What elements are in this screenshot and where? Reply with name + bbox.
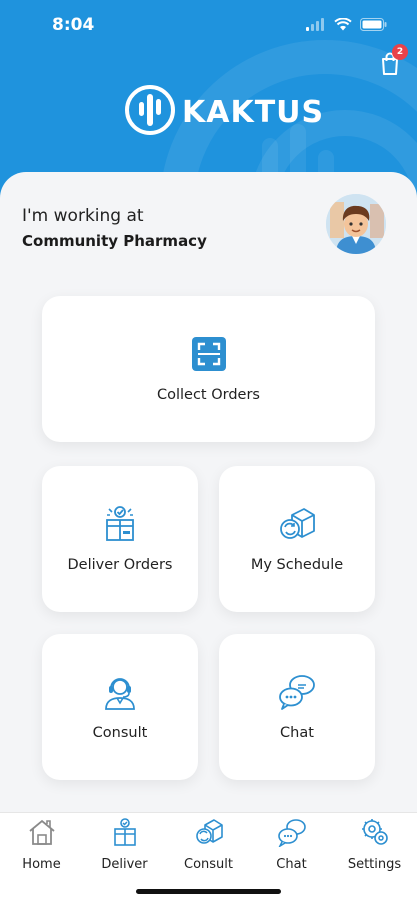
- chat-bubbles-icon: [278, 673, 316, 711]
- kaktus-logo-icon: [124, 84, 176, 140]
- home-indicator: [136, 889, 281, 894]
- consult-card[interactable]: Consult: [42, 634, 198, 780]
- collect-orders-label: Collect Orders: [156, 387, 260, 403]
- tab-settings[interactable]: Settings: [333, 817, 416, 872]
- schedule-box-icon: [278, 505, 316, 543]
- bottom-tab-bar: Home Deliver Consult Chat Settings: [0, 812, 417, 900]
- signal-icon: [306, 16, 326, 35]
- main-content: I'm working at Community Pharmacy Collec…: [0, 172, 417, 812]
- brand-logo: KAKTUS: [124, 84, 324, 140]
- tab-chat[interactable]: Chat: [250, 817, 333, 872]
- tab-home[interactable]: Home: [0, 817, 83, 872]
- deliver-orders-card[interactable]: Deliver Orders: [42, 466, 198, 612]
- tab-home-label: Home: [22, 857, 61, 872]
- chat-bubbles-icon: [277, 817, 307, 851]
- working-at-label: I'm working at: [22, 206, 144, 226]
- home-icon: [27, 817, 57, 851]
- tab-deliver-label: Deliver: [101, 857, 148, 872]
- consult-agent-icon: [101, 673, 139, 711]
- deliver-orders-label: Deliver Orders: [67, 557, 173, 573]
- my-schedule-label: My Schedule: [250, 557, 344, 573]
- status-time: 8:04: [52, 15, 95, 35]
- my-schedule-card[interactable]: My Schedule: [219, 466, 375, 612]
- consult-label: Consult: [92, 725, 148, 741]
- tab-consult-label: Consult: [184, 857, 233, 872]
- tab-settings-label: Settings: [347, 857, 402, 872]
- schedule-box-icon: [194, 817, 224, 851]
- tab-chat-label: Chat: [276, 857, 307, 872]
- wifi-icon: [334, 16, 352, 35]
- cart-badge: 2: [392, 44, 408, 60]
- chat-card[interactable]: Chat: [219, 634, 375, 780]
- chat-label: Chat: [280, 725, 314, 741]
- pharmacy-name: Community Pharmacy: [22, 232, 207, 250]
- brand-name: KAKTUS: [182, 94, 325, 130]
- battery-icon: [360, 16, 387, 35]
- deliver-box-icon: [110, 817, 140, 851]
- cart-button[interactable]: 2: [380, 44, 408, 76]
- tab-consult[interactable]: Consult: [167, 817, 250, 872]
- status-bar: 8:04: [0, 0, 417, 50]
- collect-orders-card[interactable]: Collect Orders: [42, 296, 375, 442]
- deliver-box-icon: [101, 505, 139, 543]
- status-icons: [306, 16, 387, 35]
- settings-icon: [360, 817, 390, 851]
- tab-deliver[interactable]: Deliver: [83, 817, 166, 872]
- scan-icon: [190, 335, 228, 373]
- avatar[interactable]: [326, 194, 386, 254]
